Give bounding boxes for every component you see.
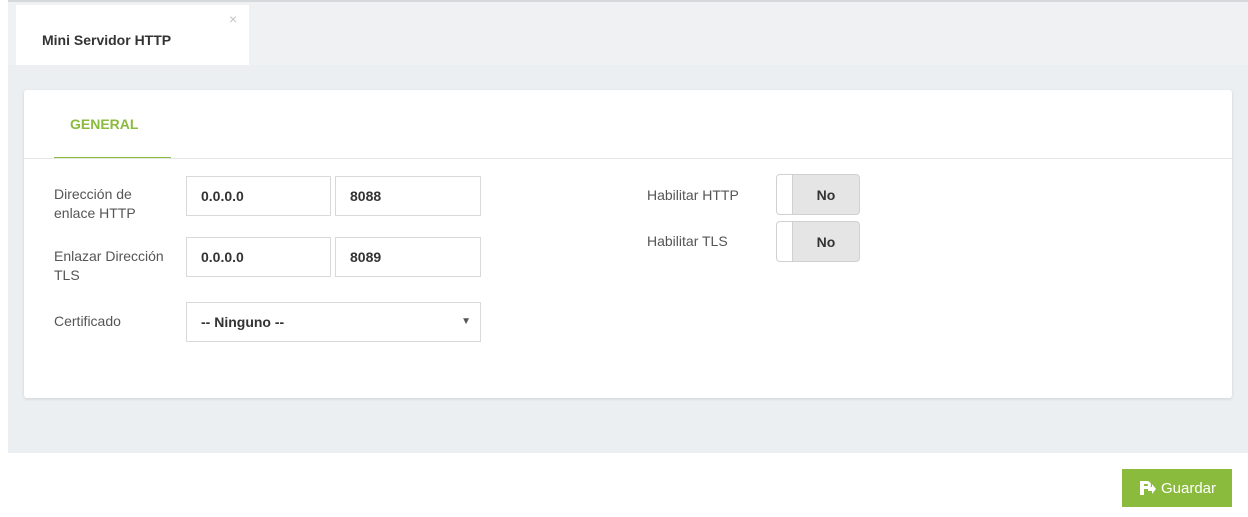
- save-arrow-icon: [1139, 481, 1156, 495]
- http-bind-ip-input[interactable]: [186, 176, 331, 216]
- left-edge: [0, 0, 8, 517]
- toggle-knob: [777, 175, 793, 214]
- http-bind-label: Dirección de enlace HTTP: [54, 186, 136, 221]
- enable-tls-toggle[interactable]: No: [776, 221, 860, 262]
- panel-divider: [24, 158, 1232, 159]
- footer: Guardar: [8, 453, 1248, 517]
- tab-general[interactable]: GENERAL: [54, 90, 171, 159]
- tab-title: Mini Servidor HTTP: [42, 32, 172, 48]
- save-button-label: Guardar: [1160, 479, 1217, 497]
- http-bind-port-input[interactable]: [335, 176, 481, 216]
- tab-bar: Mini Servidor HTTP ×: [8, 0, 1248, 67]
- tab-general-label: GENERAL: [70, 116, 139, 132]
- toggle-knob: [777, 222, 793, 261]
- tls-bind-port-input[interactable]: [335, 237, 481, 277]
- tab-mini-servidor-http[interactable]: Mini Servidor HTTP ×: [16, 5, 249, 67]
- tls-bind-label: Enlazar Dirección TLS: [54, 248, 164, 283]
- tls-bind-ip-input[interactable]: [186, 237, 331, 277]
- enable-http-toggle-value: No: [816, 187, 836, 203]
- content-area: GENERAL Dirección de enlace HTTP Enlazar…: [8, 65, 1248, 453]
- enable-http-toggle[interactable]: No: [776, 174, 860, 215]
- save-button[interactable]: Guardar: [1122, 469, 1232, 507]
- settings-panel: GENERAL Dirección de enlace HTTP Enlazar…: [24, 90, 1232, 398]
- certificate-select-value: -- Ninguno --: [201, 314, 285, 330]
- enable-tls-toggle-value: No: [816, 234, 836, 250]
- close-icon[interactable]: ×: [229, 12, 237, 26]
- enable-http-label: Habilitar HTTP: [647, 187, 739, 203]
- caret-down-icon: ▼: [461, 316, 471, 327]
- enable-tls-label: Habilitar TLS: [647, 233, 728, 249]
- certificate-select[interactable]: -- Ninguno -- ▼: [186, 302, 481, 342]
- certificate-label: Certificado: [54, 313, 121, 329]
